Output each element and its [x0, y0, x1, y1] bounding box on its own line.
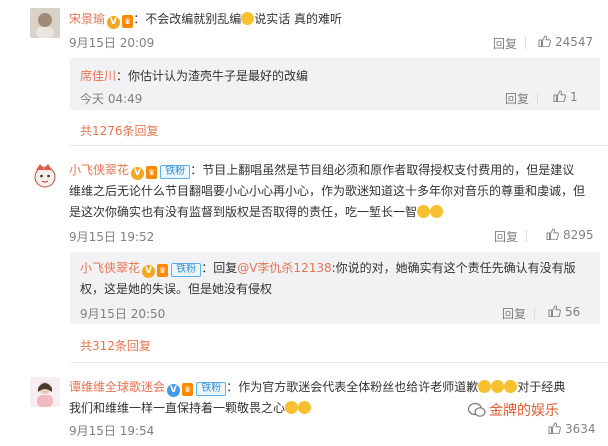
comment-time: 9月15日 19:52	[69, 230, 155, 244]
comment-2-body: 小飞侠翠花 V ♛ 铁粉 ：节目上翻唱虽然是节目组必须和原作者取得授权支付费用的，但是建…	[69, 160, 594, 223]
emoji-cry-icon	[504, 380, 518, 393]
like-count: 3634	[565, 422, 596, 436]
sub-reply-username[interactable]: 席佳川	[80, 69, 116, 83]
more-replies-link[interactable]: 共312条回复	[80, 337, 151, 354]
wechat-icon	[467, 402, 486, 417]
comment-text-cont: 对于经典	[517, 380, 566, 394]
level-icon: ♛	[122, 15, 134, 28]
comment-text: 作为官方歌迷会代表全体粉丝也给许老师道歉	[238, 380, 479, 394]
thumbs-up-icon	[538, 35, 551, 47]
username[interactable]: 宋景瑜	[69, 12, 105, 26]
emoji-cry-icon	[417, 205, 431, 218]
sub-reply-time: 今天 04:49	[80, 92, 143, 106]
comment-text: 不会改编就别乱编	[145, 12, 242, 26]
comment-text: 是这次你确实也有没有监督到版权是否取得的责任，吃一堑长一智	[69, 205, 418, 219]
emoji-sweat-icon	[241, 12, 255, 25]
like-separator	[526, 230, 527, 242]
watermark: 金牌的娱乐	[467, 400, 559, 420]
sub-reply-text: :你说的对，她确实有这个责任先确认有没有版	[331, 261, 576, 275]
comment-time: 9月15日 19:54	[69, 424, 155, 438]
reply-button[interactable]: 回复	[493, 35, 517, 52]
avatar[interactable]	[30, 160, 60, 190]
watermark-text: 金牌的娱乐	[489, 403, 559, 419]
like-separator	[534, 307, 535, 319]
sub-reply-body: 小飞侠翠花 V ♛ 铁粉 ：回复@V李仇杀12138:你说的对，她确实有这个责任先确认有…	[80, 258, 595, 300]
sub-reply-reply-button[interactable]: 回复	[502, 305, 526, 322]
comment-text: 我们和维维一样一直保持着一颗敬畏之心	[69, 401, 286, 415]
emoji-cry-icon	[430, 205, 444, 218]
emoji-cry-icon	[478, 380, 492, 393]
sub-reply-like-button[interactable]: 1	[553, 90, 578, 104]
divider	[70, 145, 608, 146]
like-button[interactable]: 8295	[546, 228, 594, 242]
avatar[interactable]	[30, 377, 60, 407]
verified-v-icon: V	[142, 265, 156, 278]
mention-link[interactable]: @V李仇杀12138	[237, 261, 331, 275]
username[interactable]: 小飞侠翠花	[69, 163, 129, 177]
fan-badge[interactable]: 铁粉	[160, 165, 191, 179]
sub-reply-like-button[interactable]: 56	[548, 305, 580, 319]
emoji-cry-icon	[285, 401, 299, 414]
avatar[interactable]	[30, 8, 60, 38]
sub-reply-time: 9月15日 20:50	[80, 307, 166, 321]
comment-text-cont: 说实话 真的难听	[254, 12, 343, 26]
divider	[70, 362, 608, 363]
comment-text: 维维之后无论什么节目翻唱要小心小心再小心，作为歌迷知道这十多年你对音乐的尊重和虔…	[69, 184, 586, 198]
comment-time: 9月15日 20:09	[69, 36, 155, 50]
fan-badge[interactable]: 铁粉	[171, 263, 202, 277]
like-button[interactable]: 24547	[538, 35, 593, 49]
thumbs-up-icon	[546, 228, 559, 240]
level-icon: ♛	[146, 166, 158, 179]
verified-v-icon: V	[107, 16, 121, 29]
level-icon: ♛	[182, 383, 194, 396]
more-replies-link[interactable]: 共1276条回复	[80, 122, 159, 139]
like-button[interactable]: 3634	[548, 422, 596, 436]
sub-reply-username[interactable]: 小飞侠翠花	[80, 261, 140, 275]
reply-button[interactable]: 回复	[494, 228, 518, 245]
like-separator	[537, 92, 538, 104]
comment-text: 节目上翻唱虽然是节目组必须和原作者取得授权支付费用的，但是建议	[202, 163, 575, 177]
sub-reply-text: 权，这是她的失误。但是她没有侵权	[80, 282, 273, 296]
like-count: 24547	[555, 35, 594, 49]
fan-badge[interactable]: 铁粉	[196, 382, 227, 396]
like-count: 56	[565, 305, 581, 319]
verified-v-icon: V	[167, 384, 181, 397]
like-count: 1	[570, 90, 578, 104]
sub-reply-text: 你估计认为渣壳牛子是最好的改编	[128, 69, 309, 83]
sub-reply-body: 席佳川：你估计认为渣壳牛子是最好的改编	[80, 69, 309, 83]
emoji-cry-icon	[491, 380, 505, 393]
level-icon: ♛	[157, 264, 169, 277]
thumbs-up-icon	[548, 422, 561, 434]
like-separator	[525, 37, 526, 49]
thumbs-up-icon	[548, 305, 561, 317]
verified-v-icon: V	[131, 167, 145, 180]
emoji-cry-icon	[298, 401, 312, 414]
sub-reply-reply-button[interactable]: 回复	[505, 90, 529, 107]
comment-1-body: 宋景瑜 V ♛ ：不会改编就别乱编 说实话 真的难听	[69, 12, 343, 29]
like-count: 8295	[563, 228, 594, 242]
thumbs-up-icon	[553, 90, 566, 102]
username[interactable]: 谭维维全球歌迷会	[69, 380, 165, 394]
